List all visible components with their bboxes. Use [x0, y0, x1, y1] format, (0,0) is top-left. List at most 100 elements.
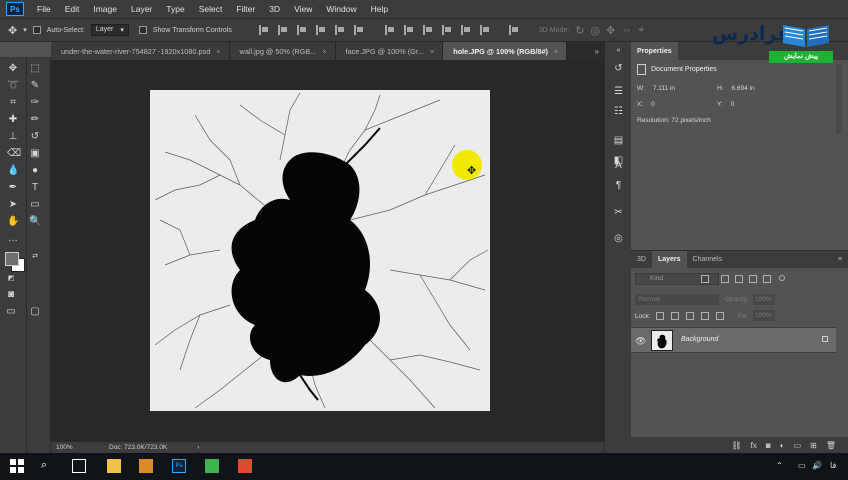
menu-3d[interactable]: 3D [262, 0, 287, 18]
link-layers-icon[interactable]: ⛓ [732, 441, 742, 450]
y-field[interactable]: Y: 0 [717, 101, 797, 108]
menu-layer[interactable]: Layer [124, 0, 159, 18]
eyedropper-icon[interactable]: ✑ [29, 97, 41, 109]
menu-select[interactable]: Select [192, 0, 230, 18]
height-field[interactable]: H: 6.694 in [717, 85, 797, 92]
zoom-tool-icon[interactable]: 🔍 [29, 216, 41, 228]
swap-colors-icon[interactable]: ⇄ [29, 251, 41, 263]
menu-filter[interactable]: Filter [229, 0, 262, 18]
align-left-icon[interactable] [315, 25, 326, 35]
more-tools-icon[interactable]: … [7, 233, 19, 245]
status-menu-arrow[interactable]: › [197, 444, 199, 451]
frame-icon[interactable]: ▢ [29, 306, 41, 318]
3d-scale-icon[interactable]: ⌖ [638, 24, 644, 37]
visibility-eye-icon[interactable]: 👁 [635, 336, 646, 347]
background-color-swatch[interactable] [5, 252, 19, 266]
rectangle-tool-icon[interactable]: ▭ [29, 199, 41, 211]
language-indicator[interactable]: فا [830, 461, 836, 470]
auto-align-icon[interactable] [508, 25, 519, 35]
move-tool-icon[interactable]: ✥ [8, 24, 17, 37]
properties-scrollbar[interactable] [836, 64, 842, 134]
search-icon[interactable]: ⌕ [41, 459, 55, 473]
zoom-level[interactable]: 100% [51, 444, 101, 451]
crop-tool-icon[interactable]: ⌗ [7, 97, 19, 109]
media-player-icon[interactable] [139, 459, 153, 473]
move-tool-icon[interactable]: ✥ [7, 63, 19, 75]
adjustment-layer-icon[interactable]: ◐ [780, 441, 785, 450]
tab-properties[interactable]: Properties [631, 42, 678, 60]
close-icon[interactable]: × [554, 47, 558, 56]
libraries-icon[interactable]: ▤ [612, 134, 625, 147]
align-top-icon[interactable] [258, 25, 269, 35]
network-icon[interactable]: ▭ [798, 461, 806, 470]
tab-channels[interactable]: Channels [687, 251, 729, 268]
layer-name[interactable]: Background [681, 336, 718, 343]
screen-mode-icon[interactable]: ▭ [5, 306, 17, 318]
canvas-area[interactable] [51, 60, 604, 442]
tab-overflow-button[interactable]: » [590, 42, 604, 60]
delete-layer-icon[interactable]: 🗑 [826, 441, 836, 450]
new-layer-icon[interactable]: ⊞ [810, 441, 817, 450]
lock-artboard-icon[interactable] [701, 312, 709, 320]
align-right-icon[interactable] [353, 25, 364, 35]
lock-position-icon[interactable] [686, 312, 694, 320]
healing-brush-icon[interactable]: ✚ [7, 114, 19, 126]
lasso-tool-icon[interactable]: ➰ [7, 80, 19, 92]
file-explorer-icon[interactable] [107, 459, 121, 473]
close-icon[interactable]: × [322, 47, 326, 56]
close-icon[interactable]: × [216, 47, 220, 56]
align-bottom-icon[interactable] [296, 25, 307, 35]
menu-view[interactable]: View [287, 0, 319, 18]
y-value[interactable]: 0 [731, 101, 735, 108]
distribute-right-icon[interactable] [479, 25, 490, 35]
filter-pixel-icon[interactable] [701, 275, 709, 283]
gradient-tool-icon[interactable]: ▣ [29, 148, 41, 160]
filter-type-icon[interactable] [735, 275, 743, 283]
close-icon[interactable]: × [430, 47, 434, 56]
properties-icon[interactable]: ☰ [612, 85, 625, 98]
character-icon[interactable]: A [612, 159, 625, 172]
align-vcenter-icon[interactable] [277, 25, 288, 35]
filter-adjustment-icon[interactable] [721, 275, 729, 283]
clone-stamp-icon[interactable]: ⊥ [7, 131, 19, 143]
tab-under-the-water[interactable]: under-the-water-river-754827 -1920x1080.… [51, 42, 230, 60]
menu-image[interactable]: Image [86, 0, 124, 18]
x-field[interactable]: X: 0 [637, 101, 717, 108]
quick-select-icon[interactable]: ✎ [29, 80, 41, 92]
transform-controls-checkbox[interactable] [138, 26, 147, 34]
filter-smart-object-icon[interactable] [763, 275, 771, 283]
filter-toggle-icon[interactable] [779, 275, 785, 281]
distribute-bottom-icon[interactable] [422, 25, 433, 35]
blend-mode-dropdown[interactable]: Normal [635, 294, 719, 305]
tab-hole[interactable]: hole.JPG @ 100% (RGB/8#) × [443, 42, 568, 60]
distribute-left-icon[interactable] [441, 25, 452, 35]
filter-shape-icon[interactable] [749, 275, 757, 283]
recorder-icon[interactable] [238, 459, 252, 473]
lock-pixels-icon[interactable] [671, 312, 679, 320]
hand-tool-icon[interactable]: ✋ [7, 216, 19, 228]
lock-all-icon[interactable] [716, 312, 724, 320]
opacity-input[interactable]: 100% [753, 294, 775, 305]
path-select-icon[interactable]: ➤ [7, 199, 19, 211]
document-canvas[interactable] [150, 90, 490, 411]
eraser-tool-icon[interactable]: ⌫ [7, 148, 21, 160]
align-hcenter-icon[interactable] [334, 25, 345, 35]
paragraph-icon[interactable]: ¶ [612, 179, 625, 192]
layer-row-background[interactable]: 👁 Background [631, 327, 836, 353]
adjustments-icon[interactable]: ☷ [612, 105, 625, 118]
3d-rotate-icon[interactable]: ↻ [575, 24, 584, 37]
marquee-tool-icon[interactable]: ⬚ [29, 63, 41, 75]
new-group-icon[interactable]: ▭ [794, 441, 802, 450]
layer-style-icon[interactable]: fx [751, 441, 757, 450]
menu-type[interactable]: Type [159, 0, 191, 18]
3d-pan-icon[interactable]: ✥ [606, 24, 615, 37]
brush-tool-icon[interactable]: ✏ [29, 114, 41, 126]
history-icon[interactable]: ↺ [612, 62, 625, 75]
pen-tool-icon[interactable]: ✒ [7, 182, 19, 194]
photoshop-taskbar-icon[interactable]: Ps [172, 459, 186, 473]
tab-3d[interactable]: 3D [631, 251, 652, 268]
menu-window[interactable]: Window [319, 0, 363, 18]
tool-presets-icon[interactable]: ✂ [612, 206, 625, 219]
3d-roll-icon[interactable]: ◎ [590, 24, 600, 37]
lock-transparent-icon[interactable] [656, 312, 664, 320]
